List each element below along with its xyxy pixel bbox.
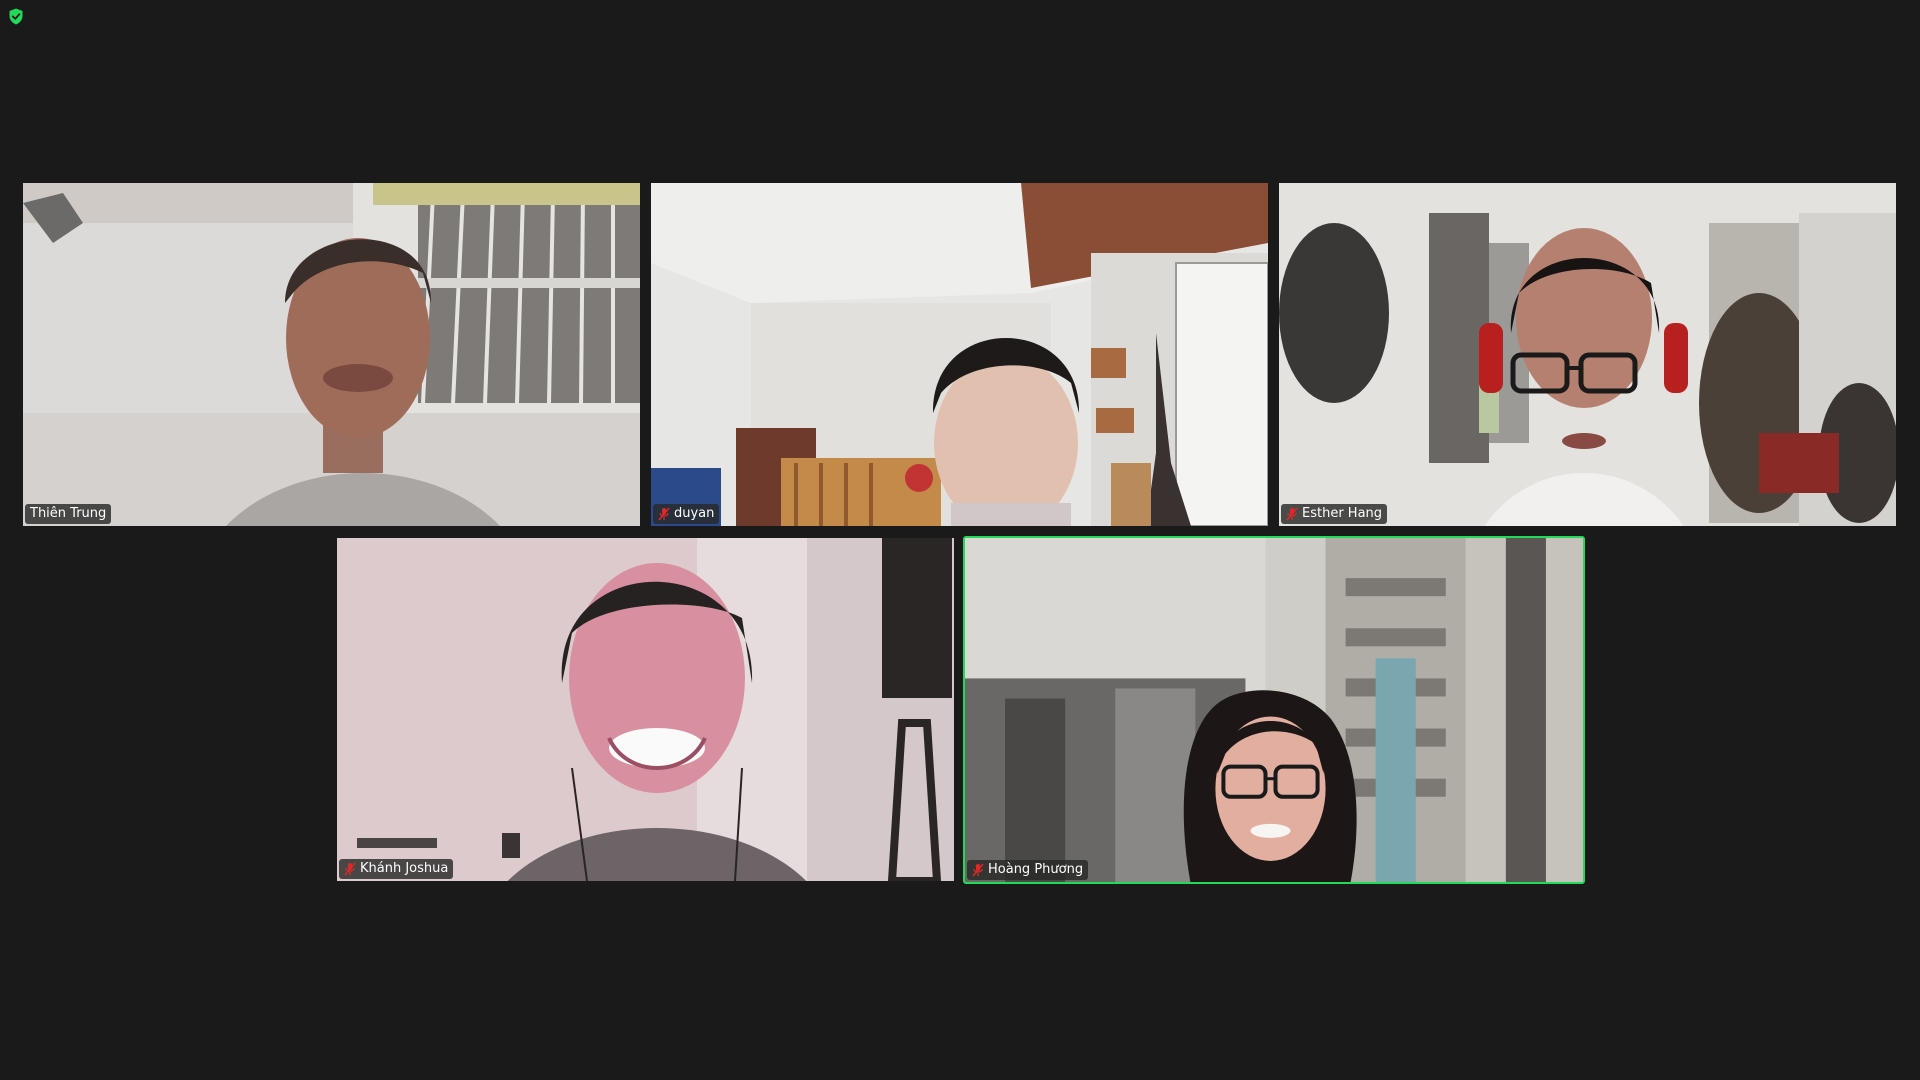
mic-muted-icon xyxy=(658,507,670,521)
participant-name: Esther Hang xyxy=(1302,506,1383,521)
video-tile-khanh-joshua[interactable]: Khánh Joshua xyxy=(337,538,954,881)
video-tile-duyan[interactable]: duyan xyxy=(651,183,1268,526)
participant-name-tag: duyan xyxy=(653,504,720,524)
participant-name-tag: Thiên Trung xyxy=(25,504,112,524)
participant-name: Hoàng Phương xyxy=(988,862,1084,877)
participant-name-tag: Hoàng Phương xyxy=(967,860,1089,880)
mic-muted-icon xyxy=(1286,507,1298,521)
mic-muted-icon xyxy=(972,863,984,877)
video-tile-thien-trung[interactable]: Thiên Trung xyxy=(23,183,640,526)
participant-name: Thiên Trung xyxy=(30,506,107,521)
video-tile-esther-hang[interactable]: Esther Hang xyxy=(1279,183,1896,526)
video-tile-hoang-phuong[interactable]: Hoàng Phương xyxy=(963,536,1585,884)
participant-name: duyan xyxy=(674,506,715,521)
participant-name-tag: Khánh Joshua xyxy=(339,859,454,879)
participant-video xyxy=(23,183,640,526)
shield-check-icon[interactable] xyxy=(8,8,24,25)
participant-name-tag: Esther Hang xyxy=(1281,504,1388,524)
participant-name: Khánh Joshua xyxy=(360,861,449,876)
participant-video xyxy=(651,183,1268,526)
participant-video xyxy=(965,538,1583,882)
meeting-gallery-view: Thiên Trung duyan Esther Hang Khánh Josh… xyxy=(0,0,1920,1080)
mic-muted-icon xyxy=(344,862,356,876)
participant-video xyxy=(1279,183,1896,526)
participant-video xyxy=(337,538,954,881)
